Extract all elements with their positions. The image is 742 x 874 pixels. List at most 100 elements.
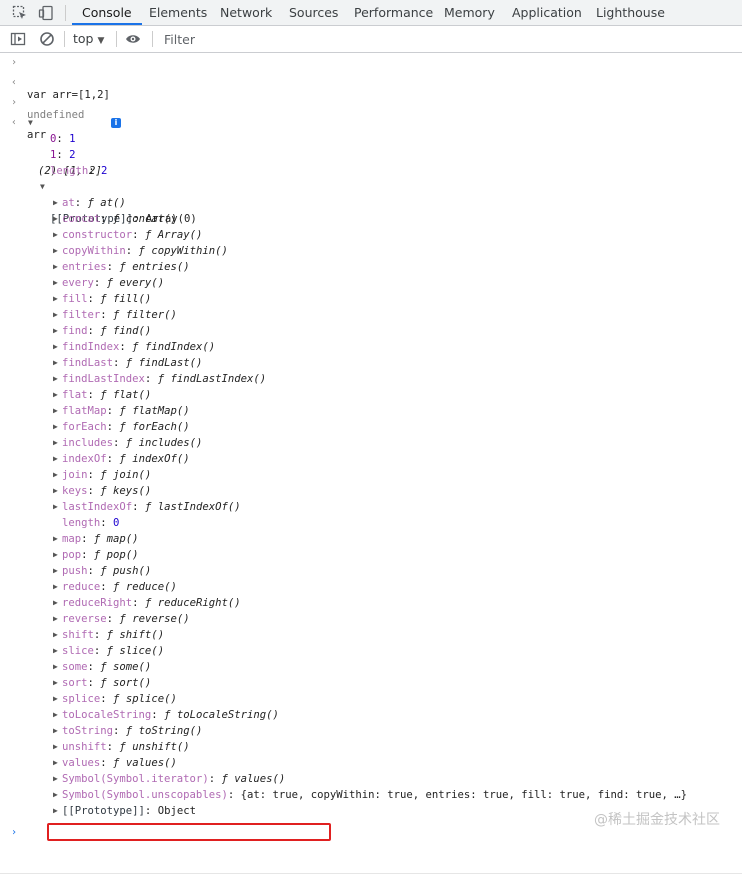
tab-elements[interactable]: Elements bbox=[139, 0, 217, 25]
prototype-method-row[interactable]: ▶ at: ƒ at() bbox=[0, 195, 742, 211]
tab-sources[interactable]: Sources bbox=[279, 0, 348, 25]
expand-triangle-icon[interactable]: ▶ bbox=[53, 803, 58, 819]
expand-triangle-icon[interactable]: ▶ bbox=[53, 387, 58, 403]
prototype-method-row[interactable]: ▶ pop: ƒ pop() bbox=[0, 547, 742, 563]
prototype-method-row[interactable]: ▶ reverse: ƒ reverse() bbox=[0, 611, 742, 627]
expand-triangle-icon[interactable]: ▶ bbox=[53, 467, 58, 483]
prototype-method-row[interactable]: ▶ findIndex: ƒ findIndex() bbox=[0, 339, 742, 355]
expand-triangle-icon[interactable]: ▶ bbox=[53, 483, 58, 499]
context-selector[interactable]: top ▼ bbox=[73, 26, 104, 52]
prototype-row[interactable]: ▼ [[Prototype]]: Array(0) bbox=[0, 179, 742, 225]
prototype-method-row[interactable]: ▶ reduce: ƒ reduce() bbox=[0, 579, 742, 595]
result-arrow-icon: ‹ bbox=[11, 77, 18, 88]
prototype-method-row[interactable]: ▶ constructor: ƒ Array() bbox=[0, 227, 742, 243]
prototype-method-row[interactable]: ▶ toString: ƒ toString() bbox=[0, 723, 742, 739]
show-sidebar-icon[interactable] bbox=[10, 31, 26, 47]
tab-console[interactable]: Console bbox=[72, 0, 142, 25]
expand-triangle-icon[interactable]: ▶ bbox=[53, 339, 58, 355]
prototype-method-row[interactable]: ▶ keys: ƒ keys() bbox=[0, 483, 742, 499]
expand-triangle-icon[interactable]: ▶ bbox=[53, 739, 58, 755]
expand-triangle-icon[interactable]: ▶ bbox=[53, 211, 58, 227]
expand-triangle-icon[interactable]: ▶ bbox=[53, 595, 58, 611]
prototype-method-row[interactable]: length: 0 bbox=[0, 515, 742, 531]
prototype-method-row[interactable]: ▶ Symbol(Symbol.unscopables): {at: true, … bbox=[0, 787, 742, 803]
device-toolbar-icon[interactable] bbox=[38, 5, 54, 21]
expand-triangle-icon[interactable]: ▶ bbox=[53, 627, 58, 643]
array-summary-row[interactable]: ‹ ▼ (2) [1, 2] i bbox=[0, 115, 742, 177]
expand-down-triangle-icon[interactable]: ▼ bbox=[40, 179, 45, 195]
prototype-method-row[interactable]: ▶ reduceRight: ƒ reduceRight() bbox=[0, 595, 742, 611]
prototype-method-row[interactable]: ▶ every: ƒ every() bbox=[0, 275, 742, 291]
property-value: values() bbox=[125, 757, 177, 769]
prototype-method-row[interactable]: ▶ forEach: ƒ forEach() bbox=[0, 419, 742, 435]
expand-triangle-icon[interactable]: ▶ bbox=[53, 611, 58, 627]
tab-lighthouse[interactable]: Lighthouse bbox=[586, 0, 675, 25]
expand-triangle-icon[interactable]: ▶ bbox=[53, 291, 58, 307]
expand-triangle-icon[interactable]: ▶ bbox=[53, 787, 58, 803]
prototype-method-row[interactable]: ▶ toLocaleString: ƒ toLocaleString() bbox=[0, 707, 742, 723]
prototype-method-row[interactable]: ▶ sort: ƒ sort() bbox=[0, 675, 742, 691]
expand-triangle-icon[interactable]: ▶ bbox=[53, 435, 58, 451]
expand-triangle-icon[interactable]: ▶ bbox=[53, 195, 58, 211]
prototype-method-row[interactable]: ▶ find: ƒ find() bbox=[0, 323, 742, 339]
expand-triangle-icon[interactable]: ▶ bbox=[53, 563, 58, 579]
tab-application[interactable]: Application bbox=[502, 0, 592, 25]
prototype-method-row[interactable]: ▶ copyWithin: ƒ copyWithin() bbox=[0, 243, 742, 259]
property-key: unshift bbox=[62, 741, 107, 753]
expand-triangle-icon[interactable]: ▶ bbox=[53, 691, 58, 707]
expand-triangle-icon[interactable]: ▶ bbox=[53, 643, 58, 659]
expand-triangle-icon[interactable]: ▶ bbox=[53, 355, 58, 371]
expand-triangle-icon[interactable]: ▶ bbox=[53, 771, 58, 787]
expand-triangle-icon[interactable]: ▶ bbox=[53, 307, 58, 323]
prototype-method-row[interactable]: ▶ filter: ƒ filter() bbox=[0, 307, 742, 323]
expand-triangle-icon[interactable]: ▶ bbox=[53, 755, 58, 771]
prototype-method-row[interactable]: ▶ indexOf: ƒ indexOf() bbox=[0, 451, 742, 467]
prototype-method-row[interactable]: ▶ fill: ƒ fill() bbox=[0, 291, 742, 307]
prototype-method-row[interactable]: ▶ join: ƒ join() bbox=[0, 467, 742, 483]
property-key: constructor bbox=[62, 229, 133, 241]
expand-triangle-icon[interactable]: ▶ bbox=[53, 419, 58, 435]
clear-console-icon[interactable] bbox=[39, 31, 55, 47]
expand-triangle-icon[interactable]: ▶ bbox=[53, 259, 58, 275]
prototype-method-row[interactable]: ▶ entries: ƒ entries() bbox=[0, 259, 742, 275]
expand-triangle-icon[interactable]: ▶ bbox=[53, 531, 58, 547]
prototype-method-row[interactable]: ▶ unshift: ƒ unshift() bbox=[0, 739, 742, 755]
tab-memory[interactable]: Memory bbox=[434, 0, 505, 25]
tab-performance[interactable]: Performance bbox=[344, 0, 443, 25]
prototype-method-row[interactable]: ▶ shift: ƒ shift() bbox=[0, 627, 742, 643]
expand-triangle-icon[interactable]: ▶ bbox=[53, 707, 58, 723]
expand-triangle-icon[interactable]: ▶ bbox=[53, 243, 58, 259]
expand-triangle-icon[interactable]: ▶ bbox=[53, 403, 58, 419]
prototype-method-row[interactable]: ▶ flat: ƒ flat() bbox=[0, 387, 742, 403]
prototype-method-row[interactable]: ▶ findLast: ƒ findLast() bbox=[0, 355, 742, 371]
prototype-method-row[interactable]: ▶ some: ƒ some() bbox=[0, 659, 742, 675]
prototype-method-row[interactable]: ▶ includes: ƒ includes() bbox=[0, 435, 742, 451]
tab-network[interactable]: Network bbox=[210, 0, 282, 25]
prototype-method-row[interactable]: ▶ values: ƒ values() bbox=[0, 755, 742, 771]
expand-triangle-icon[interactable]: ▶ bbox=[53, 323, 58, 339]
expand-triangle-icon[interactable]: ▶ bbox=[53, 675, 58, 691]
inspect-element-icon[interactable] bbox=[12, 5, 28, 21]
expand-triangle-icon[interactable]: ▶ bbox=[53, 579, 58, 595]
prototype-method-row[interactable]: ▶ findLastIndex: ƒ findLastIndex() bbox=[0, 371, 742, 387]
expand-triangle-icon[interactable]: ▶ bbox=[53, 723, 58, 739]
prototype-method-row[interactable]: ▶ concat: ƒ concat() bbox=[0, 211, 742, 227]
prototype-method-row[interactable]: ▶ map: ƒ map() bbox=[0, 531, 742, 547]
expand-triangle-icon[interactable]: ▶ bbox=[53, 451, 58, 467]
expand-triangle-icon[interactable]: ▶ bbox=[53, 499, 58, 515]
expand-down-triangle-icon[interactable]: ▼ bbox=[28, 115, 33, 131]
expand-triangle-icon[interactable]: ▶ bbox=[53, 275, 58, 291]
symbol-iterator-row[interactable]: ▶ Symbol(Symbol.iterator): ƒ values() bbox=[0, 771, 742, 787]
prototype-method-row[interactable]: ▶ flatMap: ƒ flatMap() bbox=[0, 403, 742, 419]
live-expression-eye-icon[interactable] bbox=[125, 31, 141, 47]
prototype-method-row[interactable]: ▶ push: ƒ push() bbox=[0, 563, 742, 579]
prototype-method-row[interactable]: ▶ slice: ƒ slice() bbox=[0, 643, 742, 659]
prototype-method-row[interactable]: ▶ lastIndexOf: ƒ lastIndexOf() bbox=[0, 499, 742, 515]
info-icon[interactable]: i bbox=[111, 118, 121, 128]
expand-triangle-icon[interactable]: ▶ bbox=[53, 547, 58, 563]
filter-input[interactable] bbox=[160, 30, 728, 48]
expand-triangle-icon[interactable]: ▶ bbox=[53, 659, 58, 675]
expand-triangle-icon[interactable]: ▶ bbox=[53, 227, 58, 243]
expand-triangle-icon[interactable]: ▶ bbox=[53, 371, 58, 387]
prototype-method-row[interactable]: ▶ splice: ƒ splice() bbox=[0, 691, 742, 707]
